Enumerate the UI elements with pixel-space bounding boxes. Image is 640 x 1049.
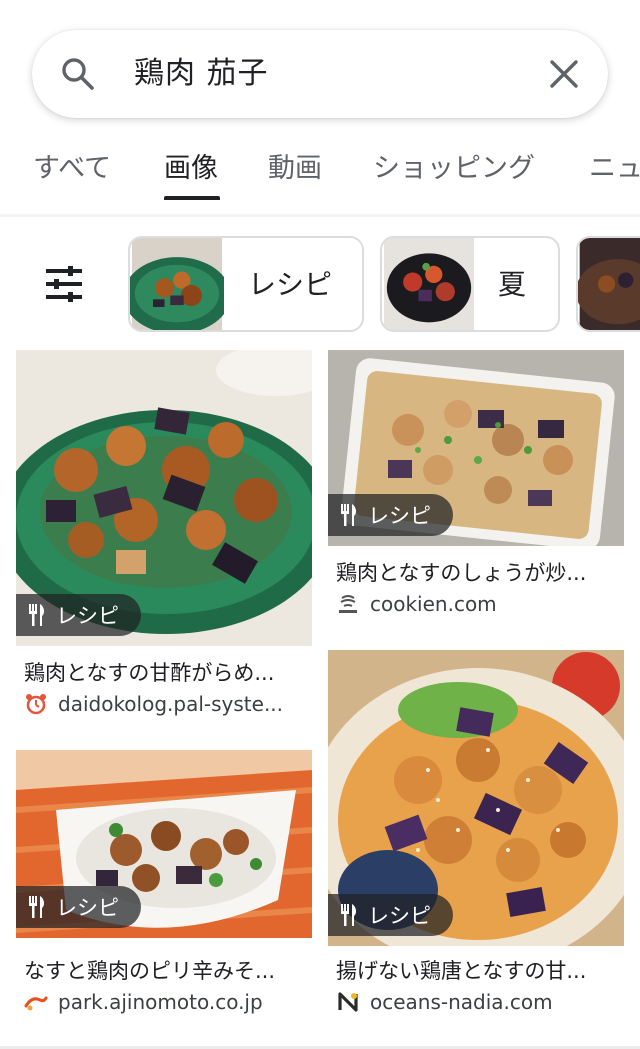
chip-recipe-label: レシピ: [248, 268, 333, 301]
tab-shopping[interactable]: ショッピング: [373, 152, 535, 186]
image-result-4[interactable]: レシピ 揚げない鶏唐となすの甘... oceans-nadia.com: [328, 650, 624, 1018]
result-3-image[interactable]: レシピ: [16, 750, 312, 938]
image-result-1[interactable]: レシピ 鶏肉となすの甘酢がらめ... daidokolog.pal-syste.…: [16, 350, 312, 716]
result-3-recipe-badge: レシピ: [16, 886, 141, 928]
fork-knife-icon: [29, 604, 45, 626]
result-2-image[interactable]: レシピ: [328, 350, 624, 546]
fork-knife-icon: [29, 896, 45, 918]
tab-all[interactable]: すべて: [33, 152, 111, 186]
result-2-title[interactable]: 鶏肉となすのしょうが炒...: [336, 558, 624, 588]
search-bar[interactable]: 鶏肉 茄子: [32, 30, 608, 118]
chip-summer-thumbnail: [383, 238, 475, 330]
result-1-recipe-badge: レシピ: [16, 594, 141, 636]
fork-knife-icon: [341, 904, 357, 926]
result-4-title[interactable]: 揚げない鶏唐となすの甘...: [336, 956, 624, 986]
result-3-title[interactable]: なすと鶏肉のピリ辛みそ...: [24, 956, 312, 986]
chip-more-thumbnail: [578, 238, 640, 330]
result-3-source[interactable]: park.ajinomoto.co.jp: [24, 988, 263, 1016]
chip-more[interactable]: [576, 236, 640, 332]
tab-news[interactable]: ニュ: [589, 152, 640, 186]
result-4-badge-label: レシピ: [368, 904, 431, 928]
image-result-3[interactable]: レシピ なすと鶏肉のピリ辛みそ... park.ajinomoto.co.jp: [16, 750, 312, 1018]
chip-recipe-thumbnail: [130, 238, 224, 330]
result-1-title[interactable]: 鶏肉となすの甘酢がらめ...: [24, 658, 312, 688]
active-tab-indicator: [164, 196, 220, 200]
ajinomoto-favicon-icon: [24, 996, 48, 1011]
search-tabs: すべて 画像 動画 ショッピング ニュ: [0, 140, 640, 202]
tab-videos[interactable]: 動画: [268, 152, 322, 186]
result-4-recipe-badge: レシピ: [328, 894, 453, 936]
result-2-recipe-badge: レシピ: [328, 494, 453, 536]
result-2-source[interactable]: cookien.com: [336, 590, 497, 618]
result-1-image[interactable]: レシピ: [16, 350, 312, 646]
search-box[interactable]: 鶏肉 茄子: [32, 30, 608, 118]
result-4-image[interactable]: レシピ: [328, 650, 624, 946]
alarm-clock-favicon-icon: [26, 694, 46, 715]
chip-recipe[interactable]: レシピ: [128, 236, 364, 332]
fork-knife-icon: [341, 504, 357, 526]
result-3-badge-label: レシピ: [56, 896, 119, 920]
image-search-page: 鶏肉 茄子 すべて 画像 動画 ショッピング ニュ レシピ 夏 レシピ 鶏肉とな…: [0, 0, 640, 1049]
result-4-source-label: oceans-nadia.com: [370, 990, 553, 1014]
result-1-source[interactable]: daidokolog.pal-syste...: [24, 690, 283, 718]
clear-search-icon[interactable]: [544, 54, 584, 94]
result-1-source-label: daidokolog.pal-syste...: [58, 692, 284, 716]
chip-summer-label: 夏: [498, 268, 527, 301]
tabs-divider: [0, 214, 640, 217]
tab-images[interactable]: 画像: [164, 152, 218, 186]
result-2-badge-label: レシピ: [368, 504, 431, 528]
cookien-favicon-icon: [339, 595, 357, 613]
image-result-2[interactable]: レシピ 鶏肉となすのしょうが炒... cookien.com: [328, 350, 624, 618]
nadia-favicon-icon: [338, 992, 358, 1012]
result-3-source-label: park.ajinomoto.co.jp: [58, 990, 263, 1014]
chip-summer[interactable]: 夏: [380, 236, 560, 332]
filter-settings-icon[interactable]: [44, 266, 84, 302]
result-1-badge-label: レシピ: [56, 604, 119, 628]
result-4-source[interactable]: oceans-nadia.com: [336, 988, 553, 1016]
search-input[interactable]: 鶏肉 茄子: [134, 54, 269, 94]
search-icon[interactable]: [60, 56, 96, 92]
result-2-source-label: cookien.com: [370, 592, 497, 616]
